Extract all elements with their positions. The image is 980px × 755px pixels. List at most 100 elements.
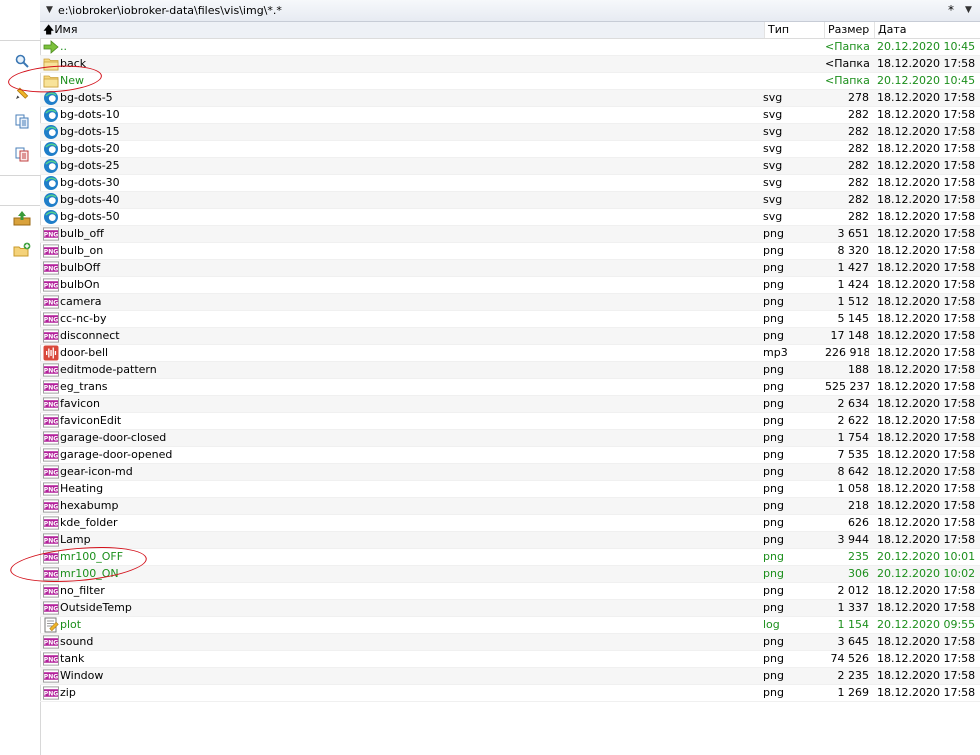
file-row-cc-nc-by[interactable]: PNG cc-nc-by png 5 145 18.12.2020 17:58 [40,311,980,328]
file-type [763,39,821,55]
file-type: png [763,448,784,461]
file-date: 18.12.2020 17:58 [877,499,976,512]
file-date: 18.12.2020 17:58 [877,57,976,70]
file-name: plot [60,618,82,631]
file-type: png [763,244,784,257]
file-row-bulbon[interactable]: PNG bulbOn png 1 424 18.12.2020 17:58 [40,277,980,294]
filter-mask[interactable]: * [948,3,954,17]
file-row-bg-dots-30[interactable]: bg-dots-30 svg 282 18.12.2020 17:58 [40,175,980,192]
file-row-bg-dots-10[interactable]: bg-dots-10 svg 282 18.12.2020 17:58 [40,107,980,124]
file-row-bulboff[interactable]: PNG bulbOff png 1 427 18.12.2020 17:58 [40,260,980,277]
column-header-type[interactable]: Тип [765,22,825,38]
file-size: 1 427 [837,261,870,274]
file-row-mr100-off[interactable]: PNG mr100_OFF png 235 20.12.2020 10:01 [40,549,980,566]
file-row-garage-door-closed[interactable]: PNG garage-door-closed png 1 754 18.12.2020 … [40,430,980,447]
file-date: 20.12.2020 10:45 [877,40,976,53]
file-row-bg-dots-40[interactable]: bg-dots-40 svg 282 18.12.2020 17:58 [40,192,980,209]
column-header-size[interactable]: Размер [825,22,875,38]
file-type: png [763,380,784,393]
copy-icon[interactable] [12,111,32,131]
file-row-heating[interactable]: PNG Heating png 1 058 18.12.2020 17:58 [40,481,980,498]
svg-text:PNG: PNG [44,657,58,664]
png-file-icon: PNG [43,243,59,259]
file-size: 626 [848,516,869,529]
file-type: png [763,499,784,512]
file-row-door-bell[interactable]: door-bell mp3 226 918 18.12.2020 17:58 [40,345,980,362]
file-size: 1 512 [837,295,870,308]
file-name: .. [60,40,67,53]
file-name: mr100_OFF [60,550,124,563]
file-type: log [763,618,780,631]
file-row-garage-door-opened[interactable]: PNG garage-door-opened png 7 535 18.12.2020 … [40,447,980,464]
file-row-mr100-on[interactable]: PNG mr100_ON png 306 20.12.2020 10:02 [40,566,980,583]
file-size: 3 645 [837,635,870,648]
folder-icon [43,73,59,89]
file-row-favicon[interactable]: PNG favicon png 2 634 18.12.2020 17:58 [40,396,980,413]
file-size: 218 [848,499,869,512]
file-date: 20.12.2020 10:01 [877,550,976,563]
file-size: 2 012 [837,584,870,597]
file-type: svg [763,210,783,223]
file-row-plot[interactable]: plot log 1 154 20.12.2020 09:55 [40,617,980,634]
file-row-new[interactable]: New <Папка> 20.12.2020 10:45 [40,73,980,90]
file-row-camera[interactable]: PNG camera png 1 512 18.12.2020 17:58 [40,294,980,311]
file-row-back[interactable]: back <Папка> 18.12.2020 17:58 [40,56,980,73]
file-date: 18.12.2020 17:58 [877,108,976,121]
search-icon[interactable] [12,51,32,71]
file-size: 2 634 [837,397,870,410]
file-row-sound[interactable]: PNG sound png 3 645 18.12.2020 17:58 [40,634,980,651]
file-row-editmode-pattern[interactable]: PNG editmode-pattern png 188 18.12.2020 17:5… [40,362,980,379]
file-row-bg-dots-20[interactable]: bg-dots-20 svg 282 18.12.2020 17:58 [40,141,980,158]
history-dropdown-icon[interactable]: ▼ [46,5,53,15]
column-header-date[interactable]: Дата [875,22,980,38]
current-path[interactable]: e:\iobroker\iobroker-data\files\vis\img\… [58,4,282,17]
file-date: 18.12.2020 17:58 [877,295,976,308]
file-size: 1 154 [837,618,870,631]
upload-icon[interactable] [12,208,32,228]
file-row-tank[interactable]: PNG tank png 74 526 18.12.2020 17:58 [40,651,980,668]
file-row-disconnect[interactable]: PNG disconnect png 17 148 18.12.2020 17:58 [40,328,980,345]
file-date: 18.12.2020 17:58 [877,397,976,410]
file-name: disconnect [60,329,120,342]
file-name: garage-door-closed [60,431,167,444]
file-row-faviconedit[interactable]: PNG faviconEdit png 2 622 18.12.2020 17:58 [40,413,980,430]
file-name: bg-dots-10 [60,108,120,121]
file-name: bulb_off [60,227,104,240]
file-date: 18.12.2020 17:58 [877,329,976,342]
file-row-bulb-off[interactable]: PNG bulb_off png 3 651 18.12.2020 17:58 [40,226,980,243]
file-row-outsidetemp[interactable]: PNG OutsideTemp png 1 337 18.12.2020 17:58 [40,600,980,617]
file-row-zip[interactable]: PNG zip png 1 269 18.12.2020 17:58 [40,685,980,702]
file-type: png [763,465,784,478]
file-row-bg-dots-15[interactable]: bg-dots-15 svg 282 18.12.2020 17:58 [40,124,980,141]
file-name: bg-dots-5 [60,91,113,104]
file-row-parent-dir[interactable]: .. <Папка> 20.12.2020 10:45 [40,39,980,56]
file-row-bulb-on[interactable]: PNG bulb_on png 8 320 18.12.2020 17:58 [40,243,980,260]
new-folder-icon[interactable] [12,240,32,260]
file-date: 18.12.2020 17:58 [877,244,976,257]
file-size: 2 622 [837,414,870,427]
file-row-no-filter[interactable]: PNG no_filter png 2 012 18.12.2020 17:58 [40,583,980,600]
file-name: zip [60,686,76,699]
file-row-hexabump[interactable]: PNG hexabump png 218 18.12.2020 17:58 [40,498,980,515]
file-row-bg-dots-50[interactable]: bg-dots-50 svg 282 18.12.2020 17:58 [40,209,980,226]
file-row-lamp[interactable]: PNG Lamp png 3 944 18.12.2020 17:58 [40,532,980,549]
file-row-bg-dots-5[interactable]: bg-dots-5 svg 278 18.12.2020 17:58 [40,90,980,107]
png-file-icon: PNG [43,668,59,684]
file-row-gear-icon-md[interactable]: PNG gear-icon-md png 8 642 18.12.2020 17:58 [40,464,980,481]
file-name: gear-icon-md [60,465,133,478]
file-row-window[interactable]: PNG Window png 2 235 18.12.2020 17:58 [40,668,980,685]
file-row-eg-trans[interactable]: PNG eg_trans png 525 237 18.12.2020 17:58 [40,379,980,396]
file-size: 8 642 [837,465,870,478]
column-header-name-label: Имя [54,23,78,36]
file-name: mr100_ON [60,567,119,580]
file-row-bg-dots-25[interactable]: bg-dots-25 svg 282 18.12.2020 17:58 [40,158,980,175]
file-row-kde-folder[interactable]: PNG kde_folder png 626 18.12.2020 17:58 [40,515,980,532]
file-type: png [763,227,784,240]
move-icon[interactable] [12,144,32,164]
edit-icon[interactable] [12,83,32,103]
column-header-name[interactable]: 🡅Имя [40,22,765,38]
file-date: 18.12.2020 17:58 [877,635,976,648]
file-type: png [763,516,784,529]
filter-dropdown-icon[interactable]: ▼ [965,5,972,15]
file-date: 18.12.2020 17:58 [877,227,976,240]
